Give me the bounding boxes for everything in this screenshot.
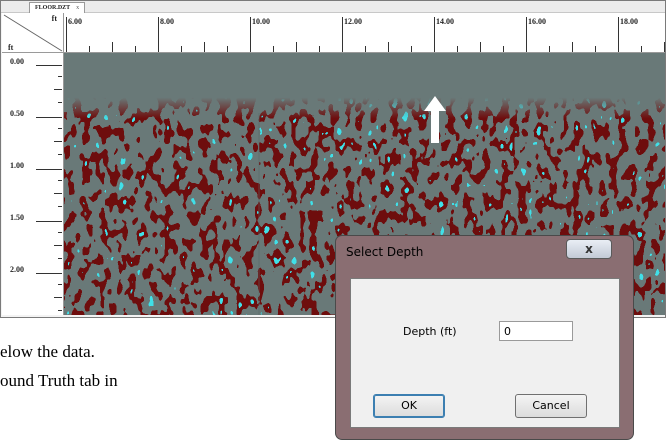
x-minor-tick — [641, 46, 642, 52]
y-minor-tick — [58, 258, 62, 259]
x-minor-tick — [664, 42, 665, 52]
y-major-tick — [36, 65, 62, 66]
depth-label: Depth (ft) — [403, 325, 457, 338]
y-minor-tick — [58, 206, 62, 207]
x-minor-tick — [112, 42, 113, 52]
x-minor-tick — [273, 46, 274, 52]
y-minor-tick — [54, 193, 62, 194]
ok-button[interactable]: OK — [373, 394, 445, 418]
cancel-button[interactable]: Cancel — [515, 394, 587, 418]
x-major-tick — [342, 17, 343, 52]
doc-text-line-1: elow the data. — [0, 342, 95, 361]
tab-label: FLOOR.DZT — [35, 5, 71, 11]
x-major-tick — [250, 17, 251, 52]
y-major-tick — [36, 221, 62, 222]
x-minor-tick — [89, 46, 90, 52]
y-minor-tick — [58, 284, 62, 285]
x-minor-tick — [549, 46, 550, 52]
y-tick-label: 1.00 — [10, 161, 24, 170]
x-tick-label: 12.00 — [344, 17, 362, 26]
x-minor-tick — [457, 46, 458, 52]
x-major-tick — [618, 17, 619, 52]
vertical-ruler: 0.00 0.50 1.00 1.50 2.00 — [2, 53, 64, 315]
y-tick-label: 2.00 — [10, 265, 24, 274]
corner-diagonal — [3, 14, 63, 52]
x-tick-label: 16.00 — [528, 17, 546, 26]
y-major-tick — [36, 169, 62, 170]
x-minor-tick — [595, 46, 596, 52]
x-tick-label: 6.00 — [68, 17, 82, 26]
x-major-tick — [434, 17, 435, 52]
y-minor-tick — [58, 76, 62, 77]
x-minor-tick — [480, 42, 481, 52]
y-minor-tick — [54, 89, 62, 90]
y-minor-tick — [58, 232, 62, 233]
x-minor-tick — [181, 46, 182, 52]
tab-close-icon[interactable]: x — [76, 5, 79, 11]
x-minor-tick — [411, 46, 412, 52]
x-minor-tick — [572, 42, 573, 52]
y-minor-tick — [54, 141, 62, 142]
y-minor-tick — [58, 102, 62, 103]
y-major-tick — [36, 273, 62, 274]
doc-text-line-2: ound Truth tab in — [0, 371, 118, 390]
x-tick-label: 8.00 — [160, 17, 174, 26]
dialog-body: Depth (ft) OK Cancel — [350, 278, 620, 428]
ruler-corner: ft ft — [2, 13, 64, 53]
y-major-tick — [36, 117, 62, 118]
y-minor-tick — [54, 297, 62, 298]
depth-input[interactable] — [499, 321, 573, 341]
y-tick-label: 0.00 — [10, 57, 24, 66]
y-minor-tick — [54, 245, 62, 246]
x-tick-label: 14.00 — [436, 17, 454, 26]
y-minor-tick — [58, 310, 62, 311]
dialog-frame: Select Depth x Depth (ft) OK Cancel — [336, 236, 633, 439]
x-minor-tick — [319, 46, 320, 52]
y-minor-tick — [58, 180, 62, 181]
x-major-tick — [158, 17, 159, 52]
y-minor-tick — [58, 128, 62, 129]
x-minor-tick — [135, 46, 136, 52]
select-depth-dialog: Select Depth x Depth (ft) OK Cancel — [336, 236, 633, 439]
y-tick-label: 0.50 — [10, 109, 24, 118]
x-tick-label: 10.00 — [252, 17, 270, 26]
close-icon[interactable]: x — [566, 239, 612, 259]
x-minor-tick — [388, 42, 389, 52]
x-tick-label: 18.00 — [620, 17, 638, 26]
x-minor-tick — [296, 42, 297, 52]
x-minor-tick — [204, 42, 205, 52]
tab-strip: FLOOR.DZT x — [1, 1, 665, 13]
x-minor-tick — [365, 46, 366, 52]
x-minor-tick — [503, 46, 504, 52]
horizontal-ruler: 6.00 8.00 10.00 12.00 14.00 16.00 18.00 — [64, 13, 665, 53]
x-major-tick — [66, 17, 67, 52]
tab-floor-dzt[interactable]: FLOOR.DZT x — [29, 2, 86, 13]
dialog-title: Select Depth — [346, 245, 424, 259]
y-minor-tick — [58, 154, 62, 155]
y-tick-label: 1.50 — [10, 213, 24, 222]
x-minor-tick — [227, 46, 228, 52]
x-major-tick — [526, 17, 527, 52]
